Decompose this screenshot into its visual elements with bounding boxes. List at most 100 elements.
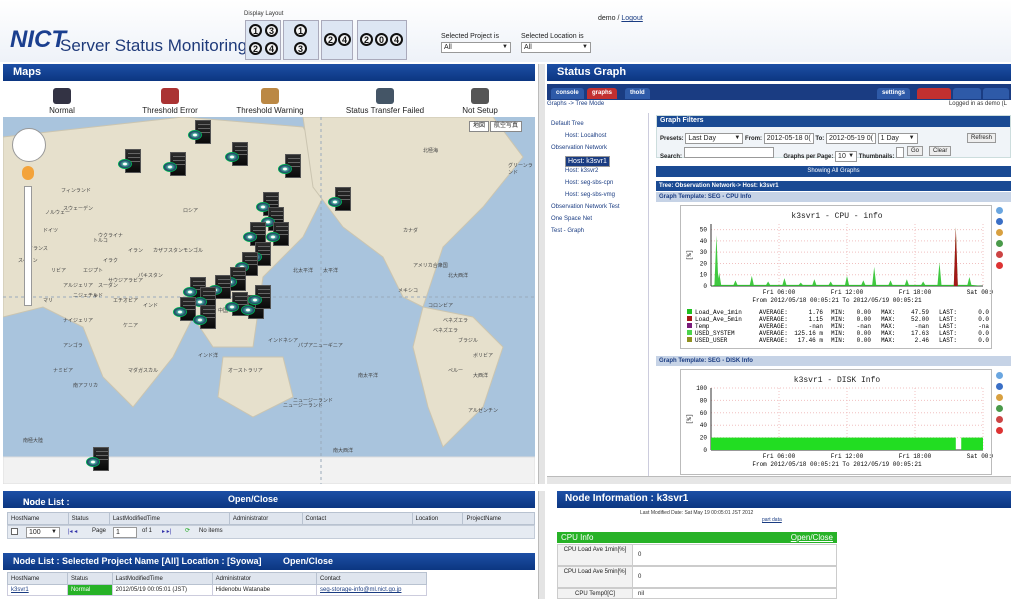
tab-list-view-icon[interactable] xyxy=(953,88,981,99)
tab-console[interactable]: console xyxy=(551,88,584,99)
layout-option-2[interactable]: 13 xyxy=(283,20,319,60)
maps-scrollbar[interactable] xyxy=(538,64,545,484)
export-icon[interactable] xyxy=(996,405,1003,412)
first-page-icon[interactable]: |◂ ◂ xyxy=(68,528,77,535)
server-marker-icon[interactable] xyxy=(225,142,251,168)
layout-option-4[interactable]: 204 xyxy=(357,20,407,60)
node-info-title: Node Information : k3svr1 xyxy=(565,493,689,504)
user-area: demo / Logout xyxy=(598,15,643,22)
col-last-modified[interactable]: LastModifiedTime xyxy=(108,512,230,525)
pager-checkbox[interactable] xyxy=(11,528,18,535)
tree-one-space-net[interactable]: One Space Net xyxy=(551,216,592,222)
tab-settings[interactable]: settings xyxy=(877,88,911,99)
alert-icon[interactable] xyxy=(996,427,1003,434)
row-contact[interactable]: seg-storage-info@ml.nict.go.jp xyxy=(316,584,427,596)
row-hostname[interactable]: k3svr1 xyxy=(7,584,68,596)
edit-icon[interactable] xyxy=(996,394,1003,401)
clear-button[interactable]: Clear xyxy=(929,146,952,156)
street-view-pegman-icon[interactable] xyxy=(22,166,34,180)
server-marker-icon[interactable] xyxy=(248,285,274,311)
zoom-icon[interactable] xyxy=(996,372,1003,379)
table-row[interactable]: k3svr1 Normal 2012/05/19 00:05:01 (JST) … xyxy=(7,584,427,596)
alert-icon[interactable] xyxy=(996,262,1003,269)
thumbnails-checkbox[interactable] xyxy=(896,147,905,158)
col-last-modified[interactable]: LastModifiedTime xyxy=(111,572,213,585)
csv-icon[interactable] xyxy=(996,251,1003,258)
tree-default-tree[interactable]: Default Tree xyxy=(551,121,584,127)
disk-graph[interactable]: k3svr1 - DISK Info 0 20 40 60 80 100 Fri 06:00… xyxy=(680,369,993,475)
presets-select[interactable]: Last Day ▼ xyxy=(685,133,744,144)
go-button[interactable]: Go xyxy=(907,146,924,156)
col-project[interactable]: ProjectName xyxy=(462,512,535,525)
col-administrator[interactable]: Administrator xyxy=(211,572,318,585)
cpu-info-open-close[interactable]: Open/Close xyxy=(791,532,833,543)
tree-host-seg-sbs-cpn[interactable]: Host: seg-sbs-cpn xyxy=(565,180,613,186)
from-input[interactable]: 2012-05-18 0( xyxy=(763,133,814,144)
server-marker-icon[interactable] xyxy=(278,154,304,180)
tree-host-k3svr2[interactable]: Host: k3svr2 xyxy=(565,168,598,174)
refresh-icon[interactable]: ⟳ xyxy=(185,527,190,534)
tab-thold[interactable]: thold xyxy=(625,88,650,99)
zoom-slider[interactable] xyxy=(24,186,32,306)
refresh-button[interactable]: Refresh xyxy=(967,133,997,143)
map-place-label: インド xyxy=(143,303,159,309)
project-select[interactable]: All ▼ xyxy=(441,42,511,53)
layout-option-3[interactable]: 24 xyxy=(321,20,353,60)
cpu-graph[interactable]: k3svr1 - CPU - info 0 10 20 30 40 50 Fri 06:00… xyxy=(680,205,993,349)
server-marker-icon[interactable] xyxy=(328,187,354,213)
col-status[interactable]: Status xyxy=(66,572,113,585)
tree-host-k3svr1[interactable]: Host: k3svr1 xyxy=(565,156,610,167)
server-marker-icon[interactable] xyxy=(86,447,112,473)
server-marker-icon[interactable] xyxy=(193,305,219,331)
map-pan-control[interactable] xyxy=(12,128,46,162)
to-input[interactable]: 2012-05-19 0( xyxy=(825,133,876,144)
lists-scrollbar[interactable] xyxy=(538,491,545,599)
location-select[interactable]: All ▼ xyxy=(521,42,591,53)
node-list-error-open-close[interactable]: Open/Close xyxy=(228,494,278,504)
legend-label: Normal xyxy=(49,106,75,115)
csv-icon[interactable] xyxy=(996,416,1003,423)
world-map[interactable]: ロシア モンゴル 中国 カザフスタン インド オーストラリア カナダ アメリカ合衆国 メキシコブ… xyxy=(3,117,535,484)
tree-observation-network-test[interactable]: Observation Network Test xyxy=(551,204,620,210)
tree-host-localhost[interactable]: Host: Localhost xyxy=(565,133,606,139)
edit-icon[interactable] xyxy=(996,229,1003,236)
cpu-row-key: CPU Load Ave 5min[%] xyxy=(558,567,633,587)
tree-test-graph[interactable]: Test - Graph xyxy=(551,228,584,234)
server-marker-icon[interactable] xyxy=(163,152,189,178)
status-graph-hscroll[interactable] xyxy=(547,476,1011,484)
col-contact[interactable]: Contact xyxy=(301,512,413,525)
tab-graphs[interactable]: graphs xyxy=(587,88,618,99)
y-axis-label: [%] xyxy=(686,414,693,425)
next-page-icon[interactable]: ▸ ▸| xyxy=(162,528,171,535)
search-input[interactable] xyxy=(683,147,774,158)
col-location[interactable]: Location xyxy=(411,512,464,525)
layout-option-1[interactable]: 13 24 xyxy=(245,20,281,60)
map-type-button[interactable]: 地図 xyxy=(469,121,490,132)
col-status[interactable]: Status xyxy=(67,512,110,525)
tab-preview-icon[interactable] xyxy=(983,88,1009,99)
page-size-select[interactable]: 100 ▼ xyxy=(26,527,60,538)
graphs-per-page-select[interactable]: 10 ▼ xyxy=(835,151,858,162)
tab-tree-view-icon[interactable] xyxy=(917,88,951,99)
page-of-label: of 1 xyxy=(142,528,153,534)
part-data-link[interactable]: part data xyxy=(762,517,782,523)
timespan-select[interactable]: 1 Day ▼ xyxy=(877,133,918,144)
info-icon[interactable] xyxy=(996,218,1003,225)
legend-last-value: 0.0 xyxy=(978,316,989,323)
server-marker-icon[interactable] xyxy=(188,120,214,146)
satellite-type-button[interactable]: 航空写真 xyxy=(490,121,523,132)
info-icon[interactable] xyxy=(996,383,1003,390)
tree-observation-network[interactable]: Observation Network xyxy=(551,145,607,151)
node-list-project-open-close[interactable]: Open/Close xyxy=(283,556,333,566)
tree-host-seg-sbs-vmg[interactable]: Host: seg-sbs-vmg xyxy=(565,192,615,198)
export-icon[interactable] xyxy=(996,240,1003,247)
col-administrator[interactable]: Administrator xyxy=(228,512,303,525)
cpu-row-key: CPU Temp0[C] xyxy=(558,589,633,598)
col-hostname[interactable]: HostName xyxy=(7,512,69,525)
logout-link[interactable]: Logout xyxy=(621,15,642,22)
col-hostname[interactable]: HostName xyxy=(7,572,68,585)
server-marker-icon[interactable] xyxy=(118,149,144,175)
col-contact[interactable]: Contact xyxy=(316,572,427,585)
page-number-input[interactable]: 1 xyxy=(113,527,137,538)
zoom-icon[interactable] xyxy=(996,207,1003,214)
